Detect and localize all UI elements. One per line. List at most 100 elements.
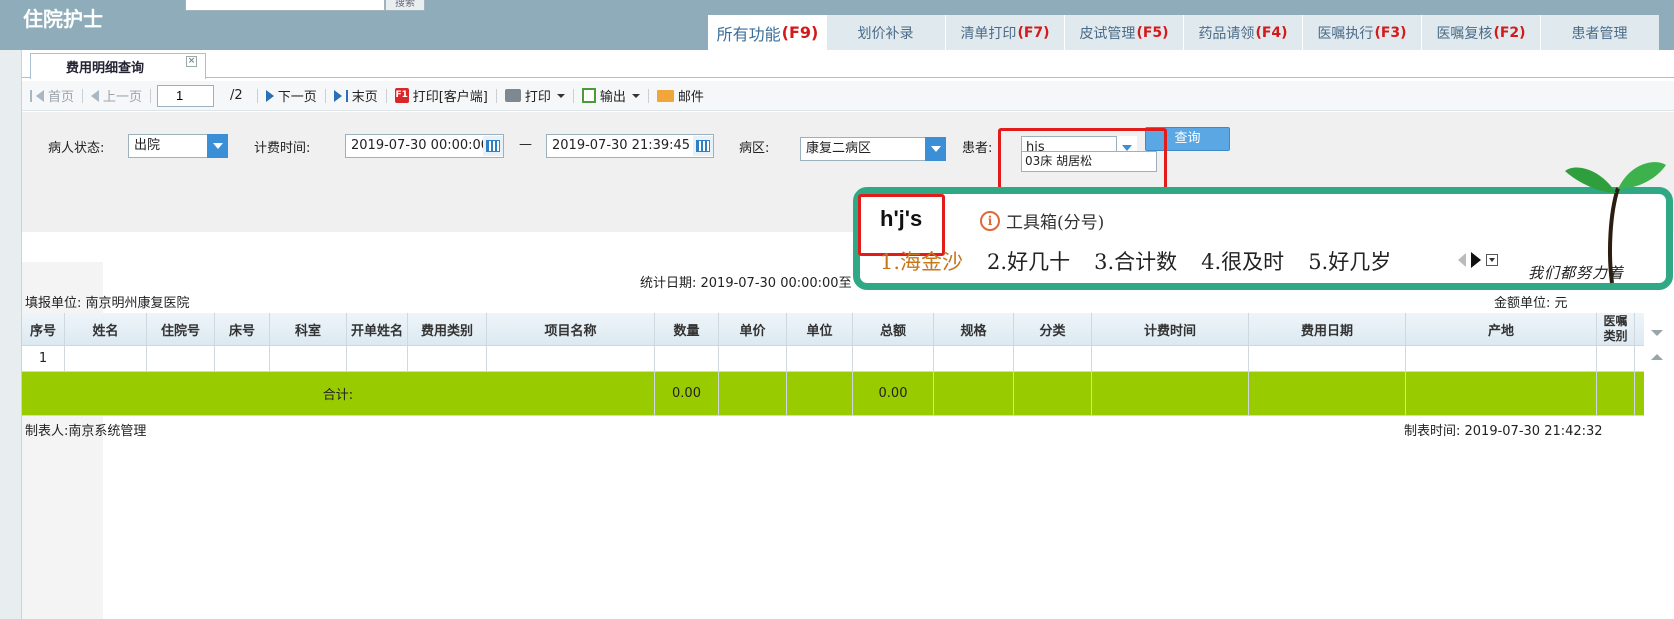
first-page-label: 首页	[48, 90, 75, 105]
print-client-label: 打印[客户端]	[412, 90, 488, 105]
time-to-value: 2019-07-30 21:39:45	[552, 138, 691, 153]
cell	[215, 346, 270, 371]
cell	[934, 372, 1014, 415]
export-label: 输出	[599, 90, 626, 105]
next-page-button[interactable]: 下一页	[258, 86, 325, 105]
tab-shortcut: (F2)	[1493, 24, 1526, 41]
time-from-input[interactable]: 2019-07-30 00:00:00	[345, 134, 504, 158]
cell-index: 1	[22, 346, 65, 371]
tab-label: 皮试管理	[1079, 25, 1136, 42]
tab-patient-mgmt[interactable]: 患者管理	[1540, 15, 1659, 50]
cell	[65, 346, 147, 371]
cell	[1249, 372, 1406, 415]
mail-button[interactable]: 邮件	[649, 86, 712, 105]
last-page-button[interactable]: 末页	[326, 86, 386, 105]
cell	[347, 346, 408, 371]
global-search-button[interactable]: 搜索	[385, 0, 425, 11]
page-number-input[interactable]	[157, 84, 215, 107]
col-header: 费用日期	[1249, 313, 1406, 345]
ime-menu-icon[interactable]	[1486, 254, 1498, 266]
col-header: 总额	[853, 313, 934, 345]
tab-label: 患者管理	[1571, 25, 1628, 42]
tab-label: 划价补录	[857, 25, 914, 42]
tab-label: 医嘱复核	[1436, 25, 1493, 42]
export-button[interactable]: 输出	[574, 86, 648, 105]
cell	[719, 346, 787, 371]
mail-icon	[656, 89, 674, 102]
calendar-icon[interactable]	[693, 136, 713, 156]
total-amount: 0.00	[853, 372, 934, 415]
page-total: /2	[230, 88, 243, 103]
ime-next-icon[interactable]	[1471, 252, 1481, 268]
tab-shortcut: (F9)	[781, 23, 819, 42]
caret-down-icon	[556, 93, 565, 98]
print-button[interactable]: 打印	[497, 86, 573, 105]
tab-price-entry[interactable]: 划价补录	[826, 15, 945, 50]
pager-toolbar: 首页 上一页 /2 下一页 末页 F1打印[客户端] 打印 输出 邮件	[22, 81, 1674, 111]
last-page-icon	[333, 89, 342, 102]
patient-status-label: 病人状态:	[48, 141, 105, 156]
ward-select[interactable]: 康复二病区	[800, 137, 946, 161]
ime-toolbox-label: 工具箱(分号)	[1006, 213, 1105, 233]
cell	[408, 346, 487, 371]
ime-candidate[interactable]: 3.合计数	[1094, 246, 1177, 276]
ime-candidate[interactable]: 2.好几十	[987, 246, 1070, 276]
top-nav-tabs: 所有功能 (F9) 划价补录 清单打印 (F7) 皮试管理 (F5) 药品请领 (F4)…	[708, 15, 1659, 50]
report-maker: 制表人:南京系统管理	[25, 424, 147, 439]
close-icon[interactable]: ×	[186, 56, 197, 67]
global-search-input[interactable]	[185, 0, 385, 11]
scroll-down-icon[interactable]	[1651, 330, 1663, 336]
col-header: 科室	[270, 313, 347, 345]
cell	[853, 346, 934, 371]
chevron-down-icon[interactable]	[925, 137, 946, 161]
print-client-button[interactable]: F1 打印[客户端]	[387, 86, 496, 105]
cell	[787, 346, 853, 371]
export-icon	[581, 88, 596, 103]
tab-fee-detail-query[interactable]: 费用明细查询 ×	[30, 53, 206, 79]
table-row[interactable]: 1	[22, 346, 1644, 372]
printer-icon	[504, 89, 521, 102]
info-icon: i	[980, 210, 1000, 231]
tab-all-functions[interactable]: 所有功能 (F9)	[708, 15, 826, 50]
cell	[934, 346, 1014, 371]
ime-candidate[interactable]: 4.很及时	[1201, 246, 1284, 276]
time-to-input[interactable]: 2019-07-30 21:39:45	[546, 134, 714, 158]
ime-candidate[interactable]: 5.好几岁	[1308, 246, 1391, 276]
first-page-icon	[36, 89, 44, 102]
patient-status-value: 出院	[134, 138, 161, 153]
tab-label: 所有功能	[716, 24, 781, 44]
cell	[655, 346, 719, 371]
tab-skin-test[interactable]: 皮试管理 (F5)	[1064, 15, 1183, 50]
tab-label: 清单打印	[960, 25, 1017, 42]
first-page-button[interactable]: 首页	[22, 86, 82, 105]
calendar-icon[interactable]	[483, 136, 503, 156]
tab-drug-request[interactable]: 药品请领 (F4)	[1183, 15, 1302, 50]
prev-page-button[interactable]: 上一页	[83, 86, 150, 105]
col-header: 分类	[1014, 313, 1092, 345]
col-header: 医嘱 类别	[1597, 313, 1635, 345]
caret-down-icon	[631, 93, 640, 98]
left-gutter	[0, 50, 22, 619]
col-header: 计费时间	[1092, 313, 1249, 345]
cell	[1014, 346, 1092, 371]
ime-toolbox-button[interactable]: i 工具箱(分号)	[980, 208, 1104, 233]
tab-order-execute[interactable]: 医嘱执行 (F3)	[1302, 15, 1421, 50]
ime-prev-icon[interactable]	[1458, 253, 1466, 267]
next-page-label: 下一页	[277, 90, 317, 105]
total-label: 合计:	[22, 372, 655, 415]
print-label: 打印	[524, 90, 551, 105]
ime-candidate[interactable]: 1.海金沙	[880, 246, 963, 276]
col-header: 床号	[215, 313, 270, 345]
patient-status-select[interactable]: 出院	[128, 134, 228, 158]
tab-order-review[interactable]: 医嘱复核 (F2)	[1421, 15, 1540, 50]
last-page-label: 末页	[351, 90, 378, 105]
col-header: 规格	[934, 313, 1014, 345]
cell	[787, 372, 853, 415]
scroll-up-icon[interactable]	[1651, 354, 1663, 360]
chevron-down-icon[interactable]	[207, 134, 228, 158]
cell	[1014, 372, 1092, 415]
tab-list-print[interactable]: 清单打印 (F7)	[945, 15, 1064, 50]
cell	[147, 346, 215, 371]
prev-page-icon	[91, 89, 100, 102]
cell	[1249, 346, 1406, 371]
